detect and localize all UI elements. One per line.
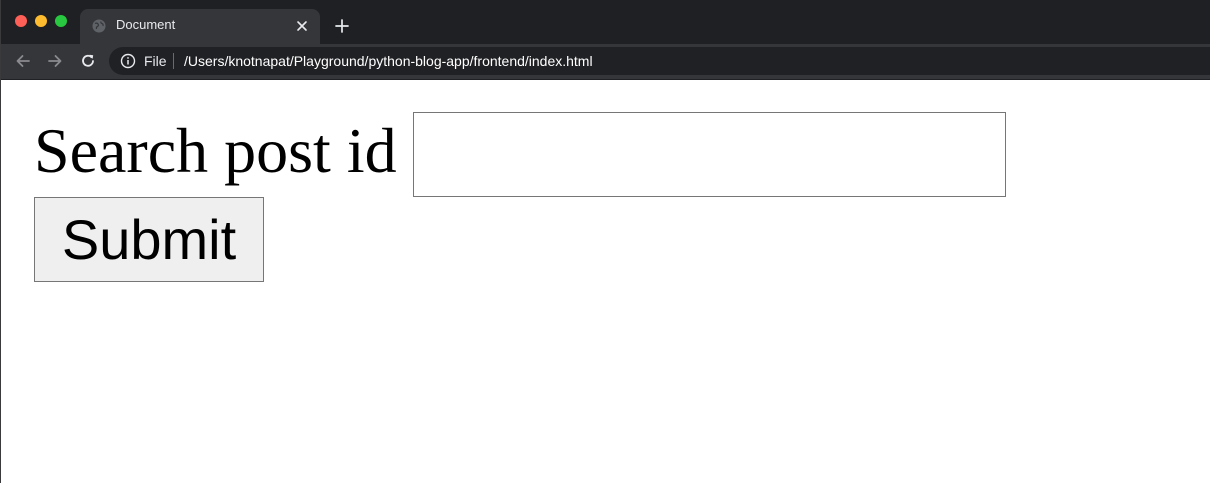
browser-window: Document File /Users/knotnapat/Playgroun… [0,0,1210,483]
close-window-button[interactable] [15,15,27,27]
page-content: Search post id Submit [1,80,1210,483]
address-divider [173,53,174,69]
plus-icon[interactable] [333,17,351,35]
close-icon[interactable] [294,18,310,34]
tab-title: Document [116,17,176,32]
tab-strip: Document [1,0,1210,44]
submit-button[interactable]: Submit [34,197,264,282]
reload-icon[interactable] [79,52,97,70]
address-bar[interactable]: File /Users/knotnapat/Playground/python-… [109,47,1210,75]
search-label: Search post id [34,115,397,186]
url-text[interactable]: /Users/knotnapat/Playground/python-blog-… [184,53,593,69]
scheme-label: File [144,53,167,69]
minimize-window-button[interactable] [35,15,47,27]
maximize-window-button[interactable] [55,15,67,27]
back-arrow-icon[interactable] [14,52,32,70]
globe-icon [92,19,106,33]
info-icon[interactable] [120,53,136,69]
tab-document[interactable]: Document [80,9,320,44]
forward-arrow-icon[interactable] [46,52,64,70]
search-input[interactable] [413,112,1006,197]
